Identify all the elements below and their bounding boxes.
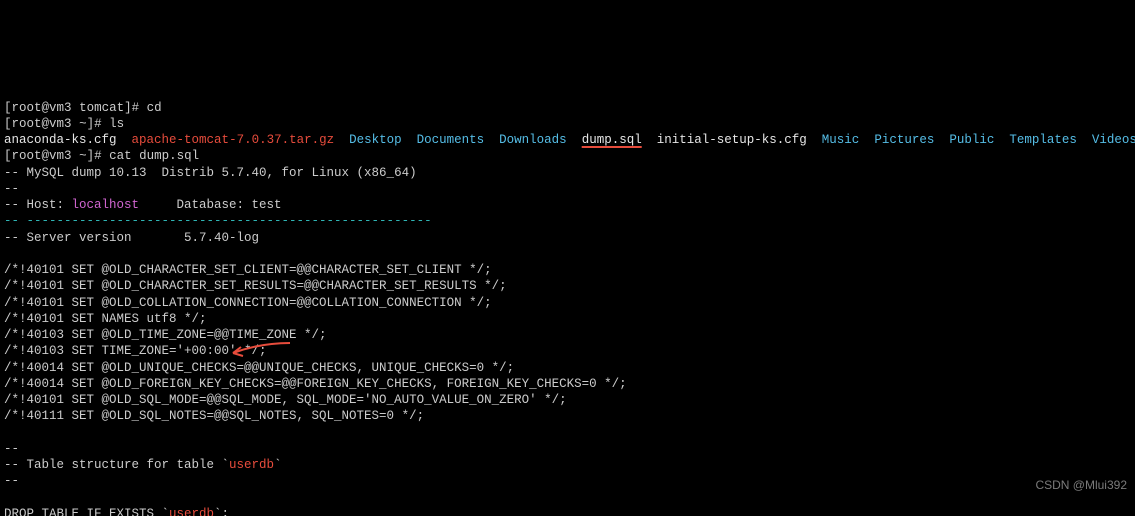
dump-comment: --	[4, 474, 19, 488]
dump-set-line: /*!40014 SET @OLD_UNIQUE_CHECKS=@@UNIQUE…	[4, 361, 514, 375]
dump-set-line: /*!40014 SET @OLD_FOREIGN_KEY_CHECKS=@@F…	[4, 377, 627, 391]
dump-comment: -- Table structure for table `userdb`	[4, 458, 282, 472]
dump-set-line: /*!40101 SET NAMES utf8 */;	[4, 312, 207, 326]
dump-set-line: /*!40101 SET @OLD_SQL_MODE=@@SQL_MODE, S…	[4, 393, 567, 407]
dump-set-line: /*!40111 SET @OLD_SQL_NOTES=@@SQL_NOTES,…	[4, 409, 424, 423]
ls-output: anaconda-ks.cfg apache-tomcat-7.0.37.tar…	[4, 133, 1135, 147]
dump-set-line: /*!40101 SET @OLD_CHARACTER_SET_CLIENT=@…	[4, 263, 492, 277]
dump-host-line: -- Host: localhost Database: test	[4, 198, 282, 212]
prompt-line-1: [root@vm3 tomcat]# cd	[4, 101, 162, 115]
dump-comment: --	[4, 442, 19, 456]
prompt-line-3: [root@vm3 ~]# cat dump.sql	[4, 149, 199, 163]
prompt-line-2: [root@vm3 ~]# ls	[4, 117, 124, 131]
terminal-output[interactable]: [root@vm3 tomcat]# cd [root@vm3 ~]# ls a…	[0, 81, 1135, 516]
dump-dash-line: -- -------------------------------------…	[4, 214, 432, 228]
watermark-text: CSDN @Mlui392	[1035, 478, 1127, 494]
dump-set-line: /*!40101 SET @OLD_COLLATION_CONNECTION=@…	[4, 296, 492, 310]
drop-table-line: DROP TABLE IF EXISTS `userdb`;	[4, 507, 229, 516]
dump-set-line: /*!40103 SET TIME_ZONE='+00:00' */;	[4, 344, 267, 358]
dump-set-line: /*!40103 SET @OLD_TIME_ZONE=@@TIME_ZONE …	[4, 328, 327, 342]
dump-server-line: -- Server version 5.7.40-log	[4, 231, 259, 245]
dump-line: --	[4, 182, 19, 196]
dump-line: -- MySQL dump 10.13 Distrib 5.7.40, for …	[4, 166, 417, 180]
dump-set-line: /*!40101 SET @OLD_CHARACTER_SET_RESULTS=…	[4, 279, 507, 293]
